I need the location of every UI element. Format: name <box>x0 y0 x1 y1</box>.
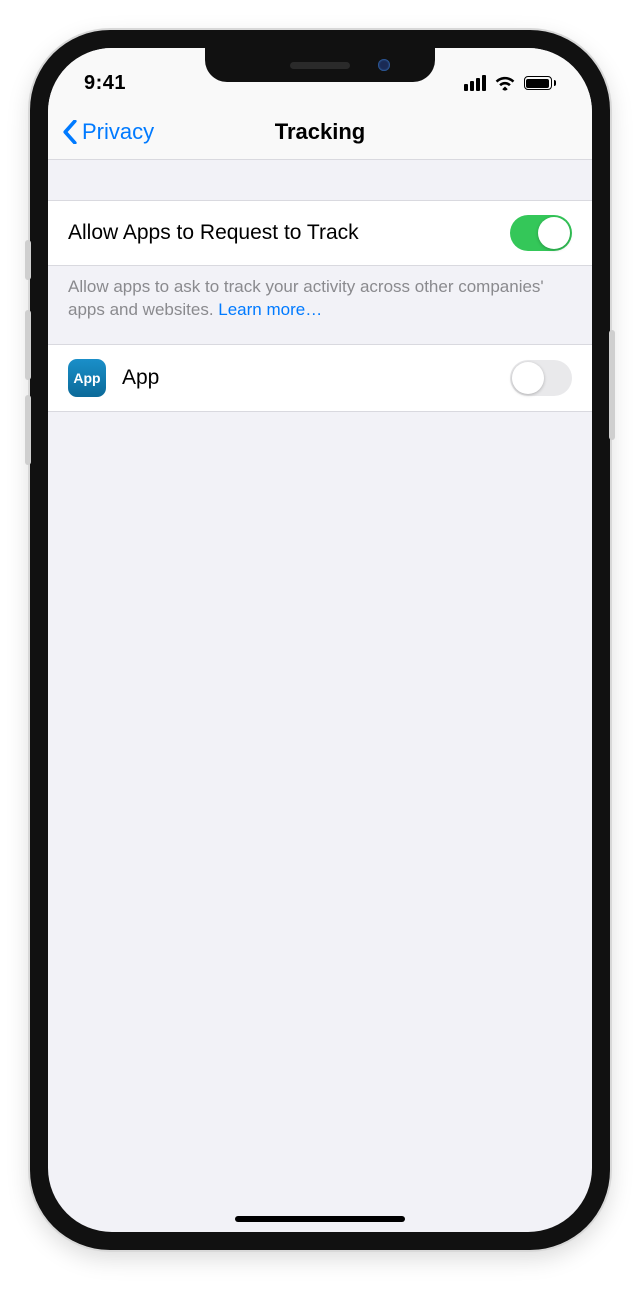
app-tracking-toggle[interactable] <box>510 360 572 396</box>
back-label: Privacy <box>82 119 154 145</box>
back-button[interactable]: Privacy <box>62 104 154 159</box>
app-name-label: App <box>122 366 159 390</box>
allow-tracking-row: Allow Apps to Request to Track <box>48 200 592 266</box>
speaker-grille <box>290 62 350 69</box>
cellular-icon <box>464 75 486 91</box>
side-button-volume-up <box>25 310 31 380</box>
learn-more-link[interactable]: Learn more… <box>218 300 322 319</box>
battery-icon <box>524 76 557 90</box>
chevron-left-icon <box>62 120 78 144</box>
allow-tracking-toggle[interactable] <box>510 215 572 251</box>
front-camera <box>378 59 390 71</box>
app-tracking-row: App App <box>48 344 592 412</box>
side-button-silent <box>25 240 31 280</box>
status-indicators <box>464 75 557 91</box>
toggle-knob <box>512 362 544 394</box>
screen: 9:41 Privacy Tr <box>48 48 592 1232</box>
content-area: Allow Apps to Request to Track Allow app… <box>48 160 592 412</box>
side-button-volume-down <box>25 395 31 465</box>
app-icon: App <box>68 359 106 397</box>
allow-tracking-footer: Allow apps to ask to track your activity… <box>48 266 592 344</box>
side-button-power <box>609 330 615 440</box>
status-time: 9:41 <box>84 72 126 95</box>
wifi-icon <box>494 75 516 91</box>
page-title: Tracking <box>275 119 365 145</box>
home-indicator[interactable] <box>235 1216 405 1222</box>
notch <box>205 48 435 82</box>
toggle-knob <box>538 217 570 249</box>
nav-bar: Privacy Tracking <box>48 104 592 160</box>
allow-tracking-label: Allow Apps to Request to Track <box>68 221 359 245</box>
phone-frame: 9:41 Privacy Tr <box>30 30 610 1250</box>
